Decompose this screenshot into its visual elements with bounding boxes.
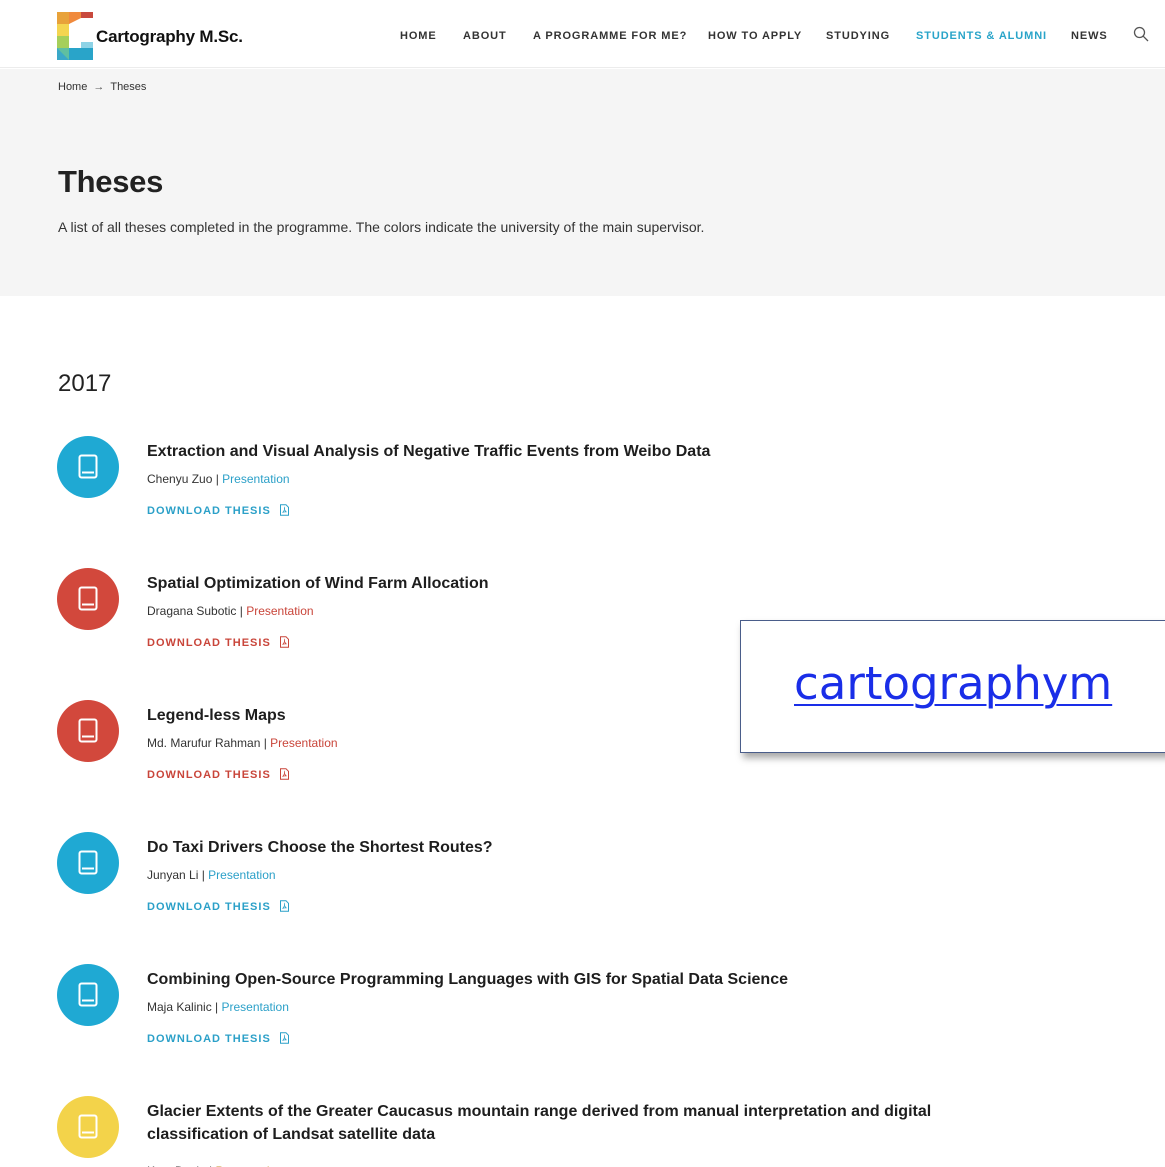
search-icon[interactable] (1133, 26, 1149, 42)
download-thesis-label: DOWNLOAD THESIS (147, 505, 271, 517)
page-hero: Home → Theses Theses A list of all theses … (0, 69, 1165, 296)
thesis-meta: Md. Marufur Rahman | Presentation (147, 736, 338, 750)
meta-separator: | (211, 1000, 222, 1014)
book-icon (57, 436, 119, 498)
nav-programme-for-me[interactable]: A PROGRAMME FOR ME? (533, 30, 687, 42)
site-header: Cartography M.Sc. HOME ABOUT A PROGRAMME… (0, 0, 1165, 68)
thesis-author: Md. Marufur Rahman (147, 736, 261, 750)
thesis-title: Glacier Extents of the Greater Caucasus … (147, 1103, 932, 1143)
download-thesis-label: DOWNLOAD THESIS (147, 1033, 271, 1045)
meta-separator: | (260, 736, 271, 750)
overlay-link[interactable]: cartographym (794, 657, 1112, 710)
nav-news[interactable]: NEWS (1071, 30, 1108, 42)
breadcrumb-current: Theses (110, 81, 147, 93)
book-icon (57, 1096, 119, 1158)
thesis-meta: Junyan Li | Presentation (147, 868, 276, 882)
book-icon (57, 964, 119, 1026)
presentation-link[interactable]: Presentation (270, 736, 337, 750)
url-overlay: cartographym (740, 620, 1165, 753)
nav-about[interactable]: ABOUT (463, 30, 507, 42)
nav-students-alumni[interactable]: STUDENTS & ALUMNI (916, 30, 1047, 42)
thesis-title: Spatial Optimization of Wind Farm Alloca… (147, 575, 489, 592)
download-thesis-button[interactable]: DOWNLOAD THESIS (147, 636, 290, 649)
meta-separator: | (236, 604, 247, 618)
nav-studying[interactable]: STUDYING (826, 30, 890, 42)
breadcrumb-home[interactable]: Home (58, 81, 87, 93)
meta-separator: | (198, 868, 209, 882)
thesis-meta: Dragana Subotic | Presentation (147, 604, 314, 618)
book-icon (57, 700, 119, 762)
presentation-link[interactable]: Presentation (222, 472, 289, 486)
page: Cartography M.Sc. HOME ABOUT A PROGRAMME… (0, 0, 1165, 1167)
page-description: A list of all theses completed in the pr… (58, 219, 705, 235)
main-nav: HOME ABOUT A PROGRAMME FOR ME? HOW TO AP… (0, 30, 1165, 44)
download-thesis-label: DOWNLOAD THESIS (147, 901, 271, 913)
thesis-title: Extraction and Visual Analysis of Negati… (147, 443, 711, 460)
thesis-author: Junyan Li (147, 868, 199, 882)
breadcrumb: Home → Theses (58, 81, 146, 93)
thesis-title: Combining Open-Source Programming Langua… (147, 971, 788, 988)
nav-home[interactable]: HOME (400, 30, 437, 42)
download-thesis-button[interactable]: DOWNLOAD THESIS (147, 900, 290, 913)
download-thesis-label: DOWNLOAD THESIS (147, 637, 271, 649)
thesis-author: Maja Kalinic (147, 1000, 212, 1014)
thesis-author: Dragana Subotic (147, 604, 237, 618)
page-title: Theses (58, 164, 164, 199)
pdf-icon (279, 1032, 289, 1044)
pdf-icon (279, 900, 289, 912)
download-thesis-label: DOWNLOAD THESIS (147, 769, 271, 781)
pdf-icon (279, 504, 289, 516)
thesis-meta: Chenyu Zuo | Presentation (147, 472, 290, 486)
year-heading: 2017 (58, 370, 112, 397)
download-thesis-button[interactable]: DOWNLOAD THESIS (147, 768, 290, 781)
book-icon (57, 832, 119, 894)
book-icon (57, 568, 119, 630)
pdf-icon (279, 768, 289, 780)
presentation-link[interactable]: Presentation (208, 868, 275, 882)
presentation-link[interactable]: Presentation (222, 1000, 289, 1014)
thesis-title: Do Taxi Drivers Choose the Shortest Rout… (147, 839, 493, 856)
pdf-icon (279, 636, 289, 648)
thesis-meta: Maja Kalinic | Presentation (147, 1000, 289, 1014)
presentation-link[interactable]: Presentation (246, 604, 313, 618)
breadcrumb-arrow-icon: → (93, 81, 105, 93)
download-thesis-button[interactable]: DOWNLOAD THESIS (147, 1032, 290, 1045)
download-thesis-button[interactable]: DOWNLOAD THESIS (147, 504, 290, 517)
nav-how-to-apply[interactable]: HOW TO APPLY (708, 30, 802, 42)
thesis-author: Chenyu Zuo (147, 472, 213, 486)
meta-separator: | (212, 472, 223, 486)
